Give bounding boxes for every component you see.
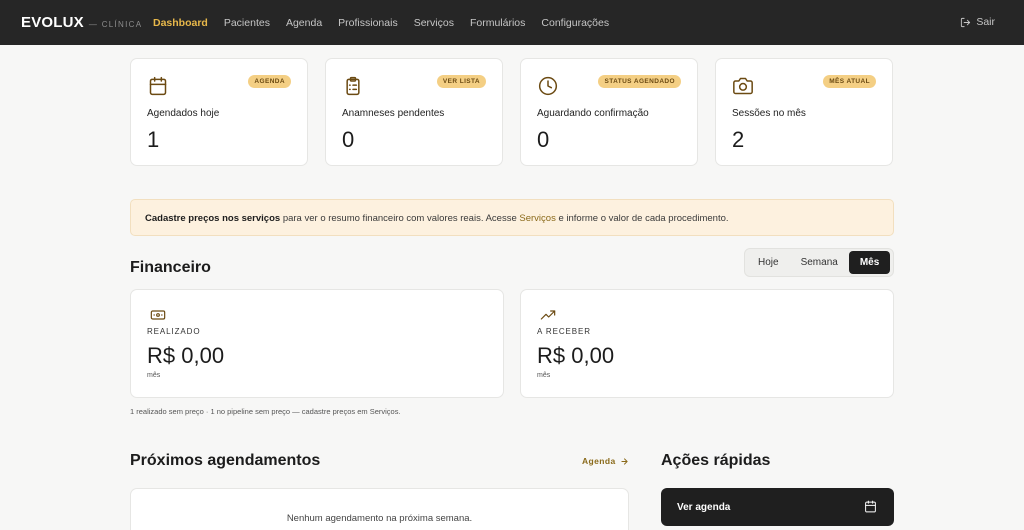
period-semana[interactable]: Semana xyxy=(790,251,849,274)
stat-value: 0 xyxy=(342,127,355,152)
finance-period: mês xyxy=(147,372,161,379)
stat-card-sessoes-no-mes[interactable]: MÊS ATUAL Sessões no mês 2 xyxy=(715,58,893,166)
notice-servicos-link[interactable]: Serviços xyxy=(519,213,555,224)
trending-up-icon xyxy=(540,310,556,320)
calendar-icon xyxy=(865,500,876,513)
stat-badge[interactable]: STATUS AGENDADO xyxy=(598,75,681,88)
top-navbar: EVOLUX — CLÍNICA Dashboard Pacientes Age… xyxy=(0,0,1024,45)
appointments-empty-message: Nenhum agendamento na próxima semana. xyxy=(286,513,473,524)
finance-card-realizado: REALIZADO R$ 0,00 mês xyxy=(130,289,504,398)
logout-button[interactable]: Sair xyxy=(960,16,995,28)
period-hoje[interactable]: Hoje xyxy=(747,251,790,274)
appointments-card: Nenhum agendamento na próxima semana. xyxy=(130,488,629,530)
stat-label: Aguardando confirmação xyxy=(537,108,649,119)
agenda-link-label: Agenda xyxy=(582,456,616,466)
stat-label: Agendados hoje xyxy=(147,108,220,119)
nav-item-formularios[interactable]: Formulários xyxy=(470,17,525,29)
notice-text-end: e informe o valor de cada procedimento. xyxy=(555,213,729,224)
finance-value: R$ 0,00 xyxy=(537,343,615,368)
nav-item-profissionais[interactable]: Profissionais xyxy=(338,17,398,29)
brand-subtitle: — CLÍNICA xyxy=(88,20,143,29)
main-nav: Dashboard Pacientes Agenda Profissionais… xyxy=(153,17,625,29)
stat-badge[interactable]: VER LISTA xyxy=(436,75,486,88)
stat-value: 1 xyxy=(147,127,160,152)
finance-card-a-receber: A RECEBER R$ 0,00 mês xyxy=(520,289,894,398)
notice-text: para ver o resumo financeiro com valores… xyxy=(280,213,520,224)
stat-card-aguardando-confirmacao[interactable]: STATUS AGENDADO Aguardando confirmação 0 xyxy=(520,58,698,166)
period-selector: Hoje Semana Mês xyxy=(744,248,894,277)
brand-name: EVOLUX xyxy=(21,14,84,31)
agenda-link[interactable]: Agenda xyxy=(582,456,629,466)
stat-card-anamneses-pendentes[interactable]: VER LISTA Anamneses pendentes 0 xyxy=(325,58,503,166)
stat-value: 2 xyxy=(732,127,745,152)
finance-note: 1 realizado sem preço · 1 no pipeline se… xyxy=(130,407,401,416)
stat-value: 0 xyxy=(537,127,550,152)
finance-value: R$ 0,00 xyxy=(147,343,225,368)
stat-badge[interactable]: AGENDA xyxy=(248,75,291,88)
stat-label: Anamneses pendentes xyxy=(342,108,445,119)
nav-item-dashboard[interactable]: Dashboard xyxy=(153,17,208,29)
notice-bold: Cadastre preços nos serviços xyxy=(145,213,281,224)
pricing-notice: Cadastre preços nos serviços para ver o … xyxy=(130,199,894,236)
clipboard-list-icon xyxy=(346,76,360,96)
stat-badge[interactable]: MÊS ATUAL xyxy=(823,75,876,88)
arrow-right-icon xyxy=(621,457,628,465)
finance-label: REALIZADO xyxy=(147,327,201,336)
proximos-title: Próximos agendamentos xyxy=(130,452,321,469)
acoes-title: Ações rápidas xyxy=(661,452,771,469)
clock-icon xyxy=(538,76,558,96)
nav-item-agenda[interactable]: Agenda xyxy=(286,17,322,29)
stat-card-agendados-hoje[interactable]: AGENDA Agendados hoje 1 xyxy=(130,58,308,166)
logout-icon xyxy=(961,17,971,27)
calendar-icon xyxy=(149,76,167,96)
finance-period: mês xyxy=(537,372,551,379)
nav-item-servicos[interactable]: Serviços xyxy=(414,17,454,29)
nav-item-pacientes[interactable]: Pacientes xyxy=(224,17,270,29)
ver-agenda-label: Ver agenda xyxy=(677,502,731,513)
stat-label: Sessões no mês xyxy=(732,108,806,119)
nav-item-configuracoes[interactable]: Configurações xyxy=(541,17,609,29)
banknote-icon xyxy=(150,310,166,320)
finance-label: A RECEBER xyxy=(537,327,591,336)
financeiro-title: Financeiro xyxy=(130,259,211,276)
logout-label: Sair xyxy=(976,16,995,28)
camera-icon xyxy=(733,77,753,95)
brand-logo[interactable]: EVOLUX — CLÍNICA xyxy=(21,14,142,31)
ver-agenda-button[interactable]: Ver agenda xyxy=(661,488,894,526)
period-mes[interactable]: Mês xyxy=(848,251,891,274)
